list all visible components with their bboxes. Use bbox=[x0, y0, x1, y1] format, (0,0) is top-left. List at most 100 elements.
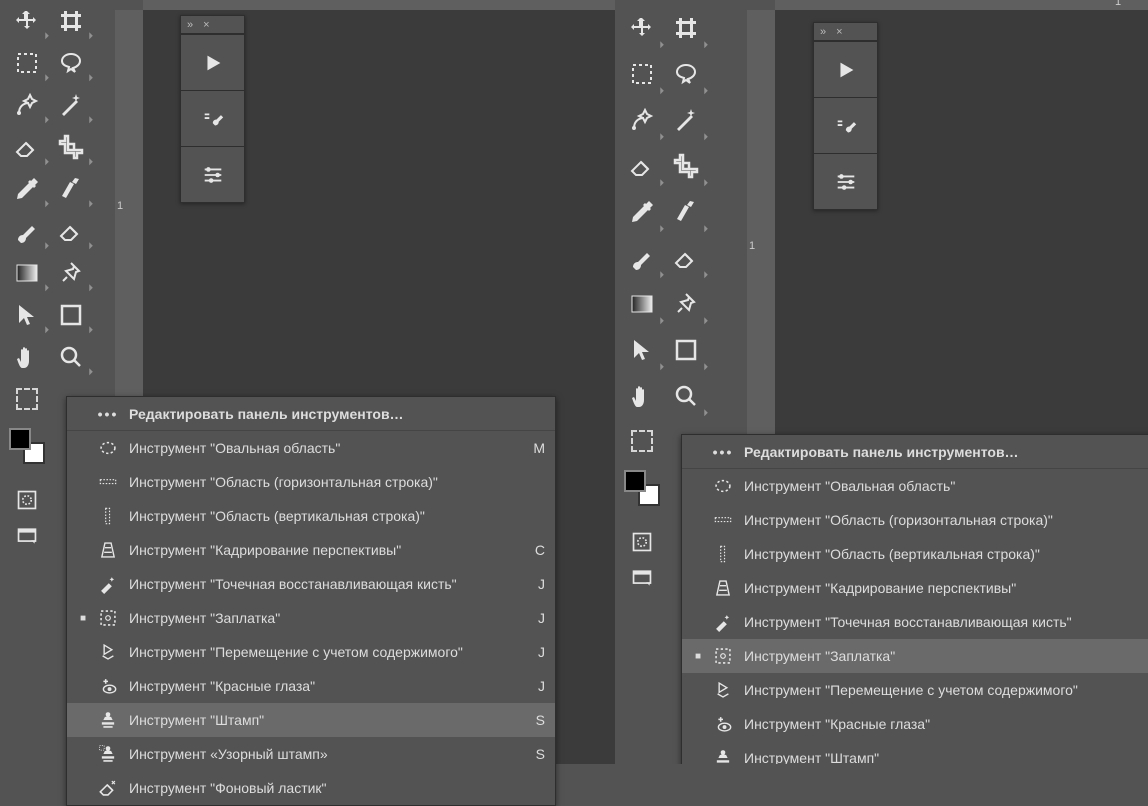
flyout-item[interactable]: Инструмент "Область (вертикальная строка… bbox=[682, 537, 1148, 571]
tool-gradient[interactable] bbox=[620, 281, 664, 327]
tool-quick-selection[interactable] bbox=[5, 84, 49, 126]
flyout-item-shortcut: J bbox=[527, 678, 545, 694]
flyout-item-label: Инструмент "Штамп" bbox=[744, 750, 1132, 764]
flyout-item[interactable]: Инструмент "Область (горизонтальная стро… bbox=[67, 465, 555, 499]
panel-close-icon[interactable]: × bbox=[836, 26, 844, 38]
flyout-item-label: Инструмент "Перемещение с учетом содержи… bbox=[129, 644, 517, 660]
panel-expand-icon[interactable]: » bbox=[820, 26, 828, 38]
actions-sliders-button[interactable] bbox=[814, 153, 877, 209]
tool-overflow-menu[interactable]: •••Редактировать панель инструментов…Инс… bbox=[66, 396, 556, 806]
actions-panel[interactable]: » × bbox=[180, 15, 245, 203]
ruler-horizontal[interactable] bbox=[143, 0, 615, 10]
flyout-item[interactable]: Инструмент "Перемещение с учетом содержи… bbox=[67, 635, 555, 669]
tool-slice[interactable] bbox=[664, 189, 708, 235]
tool-eyedropper[interactable] bbox=[620, 189, 664, 235]
panel-expand-icon[interactable]: » bbox=[187, 19, 195, 31]
quickmask-toggle[interactable] bbox=[620, 528, 664, 556]
tool-rectangle-shape[interactable] bbox=[664, 327, 708, 373]
tool-rectangular-marquee[interactable] bbox=[620, 51, 664, 97]
tool-magic-wand[interactable] bbox=[49, 84, 93, 126]
flyout-edit-toolbar-header[interactable]: •••Редактировать панель инструментов… bbox=[67, 397, 555, 431]
tools-palette bbox=[620, 5, 718, 419]
tool-eraser2[interactable] bbox=[664, 235, 708, 281]
panel-close-icon[interactable]: × bbox=[203, 19, 211, 31]
flyout-item-label: Инструмент "Заплатка" bbox=[744, 648, 1132, 664]
tool-zoom[interactable] bbox=[664, 373, 708, 419]
flyout-item[interactable]: Инструмент "Красные глаза"J bbox=[67, 669, 555, 703]
tool-slice[interactable] bbox=[49, 168, 93, 210]
flyout-item[interactable]: Инструмент "Кадрирование перспективы"C bbox=[682, 571, 1148, 605]
current-marker: ■ bbox=[79, 613, 87, 624]
tool-lasso[interactable] bbox=[49, 42, 93, 84]
tool-path-selection[interactable] bbox=[620, 327, 664, 373]
tool-eraser[interactable] bbox=[620, 143, 664, 189]
actions-history-brush-button[interactable] bbox=[814, 97, 877, 153]
tool-icon bbox=[97, 676, 119, 696]
tool-hand[interactable] bbox=[620, 373, 664, 419]
flyout-item[interactable]: Инструмент "Точечная восстанавливающая к… bbox=[682, 605, 1148, 639]
tool-gradient[interactable] bbox=[5, 252, 49, 294]
flyout-item[interactable]: ■Инструмент "Заплатка"J bbox=[682, 639, 1148, 673]
flyout-item-label: Инструмент "Область (горизонтальная стро… bbox=[129, 474, 517, 490]
tool-eraser[interactable] bbox=[5, 126, 49, 168]
actions-play-button[interactable] bbox=[814, 41, 877, 97]
flyout-item[interactable]: Инструмент "Овальная область"M bbox=[67, 431, 555, 465]
foreground-color-swatch[interactable] bbox=[9, 428, 31, 450]
tool-brush[interactable] bbox=[620, 235, 664, 281]
flyout-item[interactable]: Инструмент "Овальная область"M bbox=[682, 469, 1148, 503]
actions-panel-header[interactable]: » × bbox=[814, 23, 877, 41]
tool-pen[interactable] bbox=[664, 281, 708, 327]
flyout-item-shortcut: S bbox=[527, 746, 545, 762]
foreground-color-swatch[interactable] bbox=[624, 470, 646, 492]
tool-magic-wand[interactable] bbox=[664, 97, 708, 143]
tool-brush[interactable] bbox=[5, 210, 49, 252]
flyout-item[interactable]: Инструмент "Фоновый ластик" bbox=[67, 771, 555, 805]
flyout-item[interactable]: Инструмент "Штамп" S bbox=[67, 703, 555, 737]
screen-mode-button[interactable] bbox=[620, 562, 664, 594]
tool-crop[interactable] bbox=[49, 126, 93, 168]
flyout-item[interactable]: Инструмент "Область (вертикальная строка… bbox=[67, 499, 555, 533]
flyout-item[interactable]: Инструмент «Узорный штамп»S bbox=[67, 737, 555, 771]
flyout-header-label: Редактировать панель инструментов… bbox=[744, 444, 1132, 460]
foreground-background-color[interactable] bbox=[5, 424, 49, 472]
screen-mode-button[interactable] bbox=[5, 520, 49, 552]
flyout-item[interactable]: ■Инструмент "Заплатка"J bbox=[67, 601, 555, 635]
tool-icon bbox=[97, 574, 119, 594]
tool-quick-selection[interactable] bbox=[620, 97, 664, 143]
flyout-item-label: Инструмент "Штамп" bbox=[129, 712, 517, 728]
foreground-background-color[interactable] bbox=[620, 466, 664, 514]
tool-hand[interactable] bbox=[5, 336, 49, 378]
flyout-item-shortcut: S bbox=[527, 712, 545, 728]
tool-pen[interactable] bbox=[49, 252, 93, 294]
ruler-tick-label: 1 bbox=[1115, 0, 1121, 8]
flyout-item[interactable]: Инструмент "Кадрирование перспективы"C bbox=[67, 533, 555, 567]
tool-rectangular-marquee[interactable] bbox=[5, 42, 49, 84]
tool-crop[interactable] bbox=[664, 143, 708, 189]
tool-overflow-menu[interactable]: •••Редактировать панель инструментов…Инс… bbox=[681, 434, 1148, 764]
flyout-item[interactable]: Инструмент "Область (горизонтальная стро… bbox=[682, 503, 1148, 537]
flyout-item[interactable]: Инструмент "Точечная восстанавливающая к… bbox=[67, 567, 555, 601]
flyout-edit-toolbar-header[interactable]: •••Редактировать панель инструментов… bbox=[682, 435, 1148, 469]
flyout-item[interactable]: Инструмент "Перемещение с учетом содержи… bbox=[682, 673, 1148, 707]
tool-zoom[interactable] bbox=[49, 336, 93, 378]
tool-path-selection[interactable] bbox=[5, 294, 49, 336]
edit-toolbar-button[interactable] bbox=[620, 420, 664, 462]
tool-rectangle-shape[interactable] bbox=[49, 294, 93, 336]
edit-toolbar-button[interactable] bbox=[5, 378, 49, 420]
quickmask-toggle[interactable] bbox=[5, 486, 49, 514]
tool-move[interactable] bbox=[5, 0, 49, 42]
tool-move[interactable] bbox=[620, 5, 664, 51]
tool-eraser2[interactable] bbox=[49, 210, 93, 252]
tool-lasso[interactable] bbox=[664, 51, 708, 97]
tool-artboard[interactable] bbox=[49, 0, 93, 42]
tool-eyedropper[interactable] bbox=[5, 168, 49, 210]
tool-artboard[interactable] bbox=[664, 5, 708, 51]
actions-panel[interactable]: » × bbox=[813, 22, 878, 210]
actions-play-button[interactable] bbox=[181, 34, 244, 90]
actions-history-brush-button[interactable] bbox=[181, 90, 244, 146]
actions-sliders-button[interactable] bbox=[181, 146, 244, 202]
flyout-item[interactable]: Инструмент "Штамп"S bbox=[682, 741, 1148, 764]
flyout-item[interactable]: Инструмент "Красные глаза"J bbox=[682, 707, 1148, 741]
actions-panel-header[interactable]: » × bbox=[181, 16, 244, 34]
ruler-horizontal[interactable]: 1 bbox=[775, 0, 1148, 10]
